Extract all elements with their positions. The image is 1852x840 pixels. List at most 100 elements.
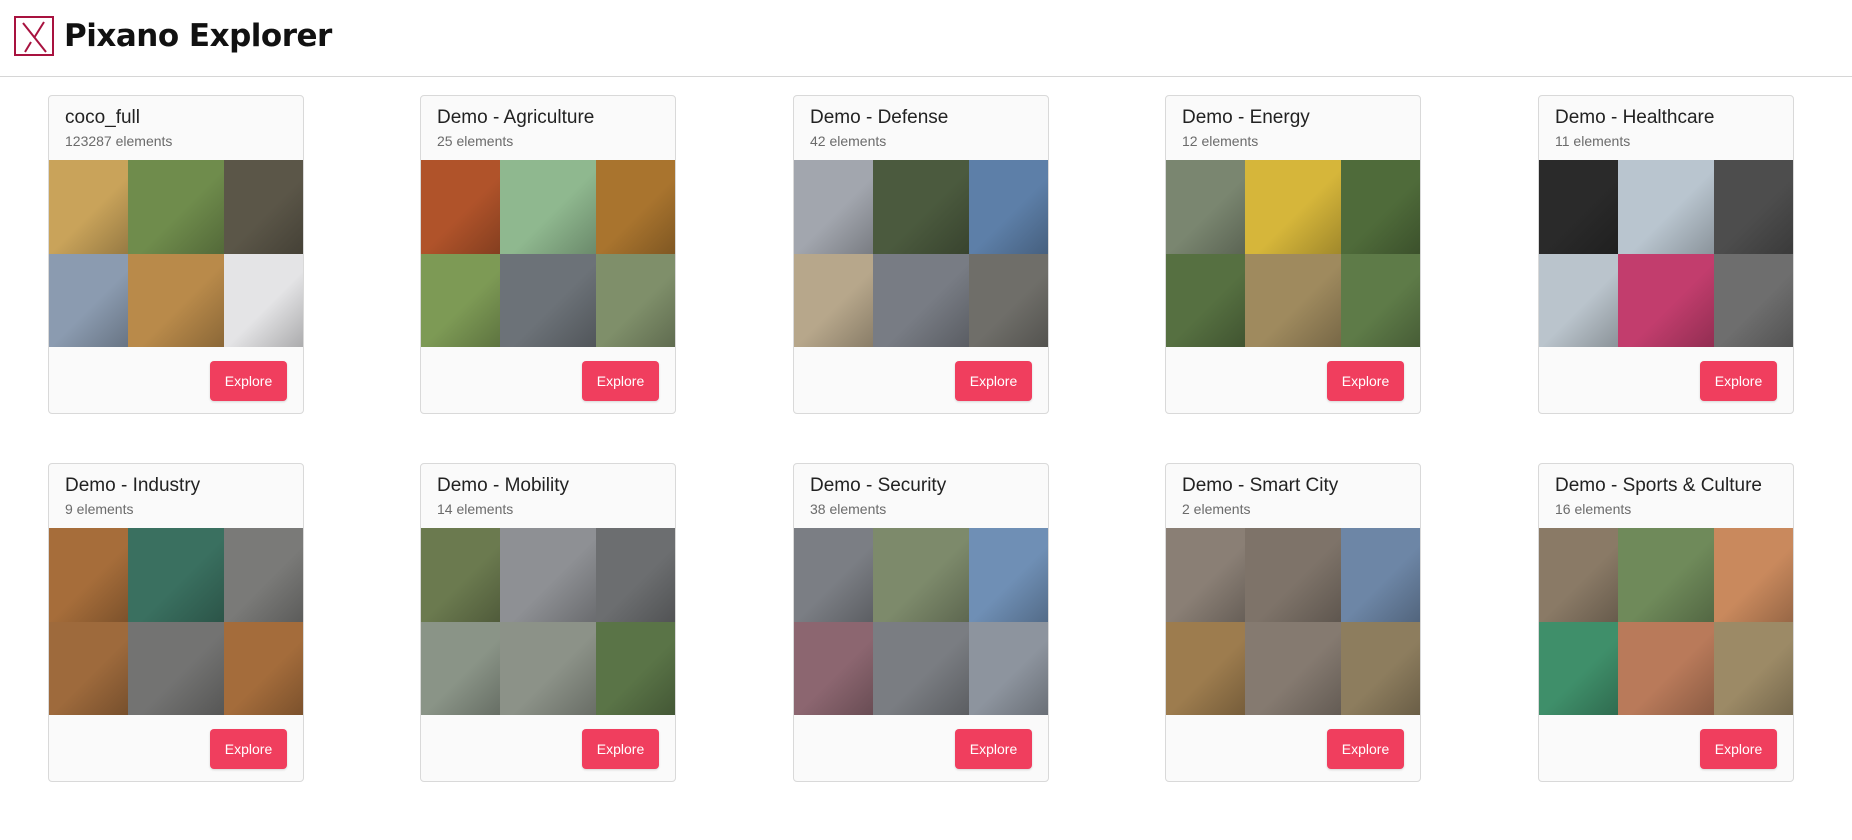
- dataset-thumbnail: [969, 528, 1048, 622]
- explore-button[interactable]: Explore: [1700, 729, 1777, 769]
- dataset-thumbnail-mosaic: [421, 160, 675, 347]
- dataset-name: Demo - Defense: [810, 107, 949, 128]
- dataset-thumbnail: [49, 254, 128, 347]
- dataset-thumbnail: [421, 160, 500, 254]
- dataset-thumbnail-mosaic: [1539, 528, 1793, 715]
- dataset-name: Demo - Security: [810, 475, 947, 496]
- dataset-thumbnail: [969, 160, 1048, 254]
- explore-button[interactable]: Explore: [955, 729, 1032, 769]
- dataset-thumbnail: [596, 622, 675, 715]
- dataset-thumbnail: [1166, 160, 1245, 254]
- dataset-thumbnail: [1714, 622, 1793, 715]
- explore-button[interactable]: Explore: [582, 361, 659, 401]
- dataset-thumbnail: [224, 160, 303, 254]
- dataset-card: Demo - Sports & Culture 16 elements Explor…: [1538, 463, 1794, 782]
- dataset-name: Demo - Agriculture: [437, 107, 595, 128]
- dataset-thumbnail-mosaic: [49, 528, 303, 715]
- dataset-thumbnail: [224, 528, 303, 622]
- dataset-thumbnail-mosaic: [49, 160, 303, 347]
- dataset-thumbnail: [500, 622, 596, 715]
- dataset-card: Demo - Healthcare 11 elements Explore: [1538, 95, 1794, 414]
- dataset-thumbnail-mosaic: [1539, 160, 1793, 347]
- dataset-thumbnail: [1539, 622, 1618, 715]
- dataset-element-count: 14 elements: [437, 501, 514, 517]
- dataset-element-count: 9 elements: [65, 501, 134, 517]
- dataset-thumbnail: [1714, 160, 1793, 254]
- dataset-thumbnail: [500, 160, 596, 254]
- dataset-thumbnail: [128, 622, 224, 715]
- dataset-thumbnail: [969, 622, 1048, 715]
- dataset-thumbnail: [1539, 160, 1618, 254]
- dataset-card: Demo - Industry 9 elements Explore: [48, 463, 304, 782]
- dataset-thumbnail: [596, 254, 675, 347]
- dataset-card: Demo - Mobility 14 elements Explore: [420, 463, 676, 782]
- explore-button[interactable]: Explore: [955, 361, 1032, 401]
- explore-button[interactable]: Explore: [210, 729, 287, 769]
- dataset-thumbnail: [1714, 254, 1793, 347]
- dataset-element-count: 38 elements: [810, 501, 887, 517]
- dataset-thumbnail: [421, 528, 500, 622]
- pixano-logo-icon[interactable]: [14, 16, 56, 56]
- explore-button[interactable]: Explore: [1327, 361, 1404, 401]
- dataset-card: Demo - Smart City 2 elements Explore: [1165, 463, 1421, 782]
- dataset-element-count: 2 elements: [1182, 501, 1251, 517]
- dataset-thumbnail: [128, 254, 224, 347]
- dataset-thumbnail: [1341, 622, 1420, 715]
- dataset-thumbnail: [1618, 254, 1714, 347]
- dataset-thumbnail: [500, 528, 596, 622]
- dataset-thumbnail: [1341, 160, 1420, 254]
- dataset-thumbnail: [873, 528, 969, 622]
- dataset-name: coco_full: [65, 107, 140, 128]
- dataset-thumbnail-mosaic: [1166, 160, 1420, 347]
- dataset-card: coco_full 123287 elements Explore: [48, 95, 304, 414]
- dataset-name: Demo - Energy: [1182, 107, 1310, 128]
- dataset-thumbnail: [1618, 160, 1714, 254]
- dataset-name: Demo - Healthcare: [1555, 107, 1715, 128]
- dataset-thumbnail: [128, 528, 224, 622]
- dataset-card: Demo - Energy 12 elements Explore: [1165, 95, 1421, 414]
- explore-button[interactable]: Explore: [1700, 361, 1777, 401]
- dataset-thumbnail: [1245, 622, 1341, 715]
- explore-button[interactable]: Explore: [1327, 729, 1404, 769]
- dataset-name: Demo - Sports & Culture: [1555, 475, 1762, 496]
- dataset-thumbnail: [421, 622, 500, 715]
- dataset-element-count: 11 elements: [1555, 133, 1631, 149]
- dataset-thumbnail-mosaic: [794, 160, 1048, 347]
- dataset-thumbnail: [794, 160, 873, 254]
- dataset-element-count: 25 elements: [437, 133, 514, 149]
- dataset-thumbnail: [794, 254, 873, 347]
- dataset-thumbnail: [873, 160, 969, 254]
- dataset-thumbnail: [596, 528, 675, 622]
- dataset-card: Demo - Security 38 elements Explore: [793, 463, 1049, 782]
- dataset-thumbnail: [1618, 622, 1714, 715]
- dataset-thumbnail: [1714, 528, 1793, 622]
- dataset-thumbnail: [421, 254, 500, 347]
- dataset-thumbnail: [49, 160, 128, 254]
- dataset-thumbnail: [224, 622, 303, 715]
- explore-button[interactable]: Explore: [210, 361, 287, 401]
- dataset-thumbnail: [794, 622, 873, 715]
- dataset-thumbnail: [873, 254, 969, 347]
- dataset-thumbnail-mosaic: [794, 528, 1048, 715]
- dataset-thumbnail: [794, 528, 873, 622]
- dataset-thumbnail: [1341, 254, 1420, 347]
- dataset-name: Demo - Mobility: [437, 475, 569, 496]
- dataset-element-count: 12 elements: [1182, 133, 1259, 149]
- dataset-element-count: 16 elements: [1555, 501, 1632, 517]
- dataset-thumbnail: [1245, 160, 1341, 254]
- app-title: Pixano Explorer: [64, 18, 332, 54]
- dataset-thumbnail: [1166, 622, 1245, 715]
- dataset-thumbnail-mosaic: [421, 528, 675, 715]
- dataset-thumbnail: [500, 254, 596, 347]
- dataset-thumbnail: [1166, 528, 1245, 622]
- app-header: Pixano Explorer: [0, 0, 1852, 77]
- dataset-thumbnail: [1166, 254, 1245, 347]
- explore-button[interactable]: Explore: [582, 729, 659, 769]
- dataset-element-count: 42 elements: [810, 133, 887, 149]
- dataset-thumbnail: [1341, 528, 1420, 622]
- dataset-thumbnail: [1539, 254, 1618, 347]
- dataset-element-count: 123287 elements: [65, 133, 173, 149]
- dataset-thumbnail: [1245, 528, 1341, 622]
- dataset-thumbnail: [49, 622, 128, 715]
- dataset-name: Demo - Smart City: [1182, 475, 1339, 496]
